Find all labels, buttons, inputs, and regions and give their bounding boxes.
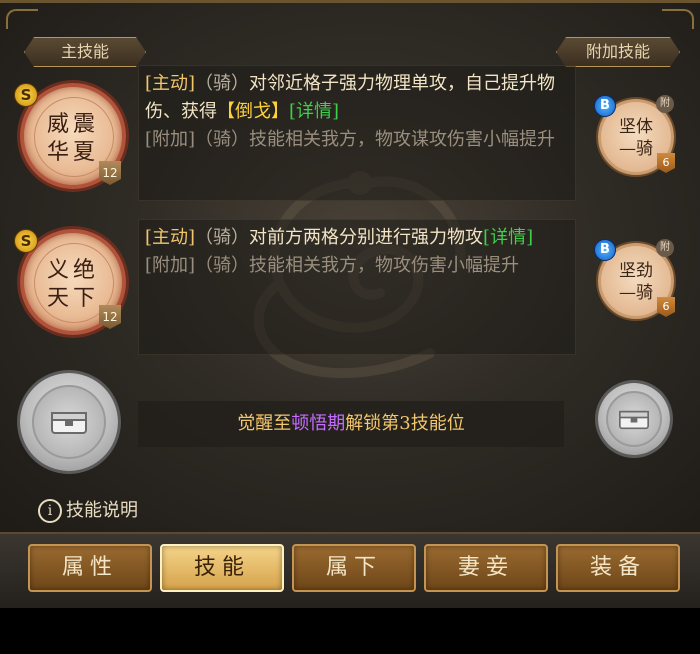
active-tag: [主动] xyxy=(145,227,196,248)
attached-tag-icon: 附 xyxy=(656,95,674,113)
skill-level-badge: 12 xyxy=(99,161,121,185)
extra-skill-level-badge: 6 xyxy=(657,297,675,317)
unlock-prefix: 觉醒至 xyxy=(237,413,292,434)
cavalry-tag: （骑） xyxy=(195,227,250,248)
locked-extra-skill-slot[interactable] xyxy=(598,383,670,455)
nav-tab-skills[interactable]: 技能 xyxy=(160,544,284,592)
info-icon: i xyxy=(38,499,62,523)
extra-effect: 技能相关我方，物攻谋攻伤害小幅提升 xyxy=(249,129,556,150)
locked-skill-slot[interactable] xyxy=(20,373,118,471)
corner-ornament-left xyxy=(6,9,38,29)
detail-link[interactable]: [详情] xyxy=(483,227,533,248)
nav-tab-subordinates[interactable]: 属下 xyxy=(292,544,416,592)
effect-text: 对前方两格分别进行强力物攻 xyxy=(249,227,484,248)
skill-description-2: [主动]（骑）对前方两格分别进行强力物攻[详情] [附加]（骑）技能相关我方，物… xyxy=(138,219,576,355)
extra-skill-tab-label: 附加技能 xyxy=(556,37,680,67)
extra-effect-text: [附加]（骑）技能相关我方，物攻谋攻伤害小幅提升 xyxy=(145,126,569,154)
grade-s-icon: S xyxy=(14,229,38,253)
detail-link[interactable]: [详情] xyxy=(289,101,339,122)
cavalry-tag: （骑） xyxy=(195,255,250,276)
unlock-stage: 顿悟期 xyxy=(291,413,346,434)
skill-name: 威震 华夏 xyxy=(46,112,99,165)
grade-b-icon: B xyxy=(594,239,616,261)
active-tag: [主动] xyxy=(145,73,196,94)
main-effect-text: [主动]（骑）对邻近格子强力物理单攻，自己提升物伤、获得【倒戈】[详情] xyxy=(145,70,569,126)
status-daoge[interactable]: 【倒戈】 xyxy=(217,101,289,122)
nav-tab-attributes[interactable]: 属性 xyxy=(28,544,152,592)
cavalry-tag: （骑） xyxy=(195,73,250,94)
lock-chest-icon xyxy=(619,410,649,430)
cavalry-tag: （骑） xyxy=(195,129,250,150)
main-effect-text: [主动]（骑）对前方两格分别进行强力物攻[详情] xyxy=(145,224,569,252)
extra-tag: [附加] xyxy=(145,255,196,276)
main-skill-tab-label: 主技能 xyxy=(24,37,146,67)
extra-skill-level-badge: 6 xyxy=(657,153,675,173)
unlock-hint: 觉醒至顿悟期解锁第3技能位 xyxy=(138,401,564,447)
skill-info-label: 技能说明 xyxy=(66,500,138,521)
attached-tag-icon: 附 xyxy=(656,239,674,257)
skill-panel: 主技能 附加技能 威震 华夏 S 12 [主动]（骑）对邻近格子强力物理单攻，自… xyxy=(0,0,700,535)
lock-chest-icon xyxy=(51,412,87,434)
skill-description-1: [主动]（骑）对邻近格子强力物理单攻，自己提升物伤、获得【倒戈】[详情] [附加… xyxy=(138,65,576,201)
nav-tab-equipment[interactable]: 装备 xyxy=(556,544,680,592)
unlock-suffix: 解锁第3技能位 xyxy=(345,413,465,434)
grade-s-icon: S xyxy=(14,83,38,107)
extra-tag: [附加] xyxy=(145,129,196,150)
skill-info-link[interactable]: i 技能说明 xyxy=(38,499,138,523)
grade-b-icon: B xyxy=(594,95,616,117)
corner-ornament-right xyxy=(662,9,694,29)
nav-tab-wives[interactable]: 妻妾 xyxy=(424,544,548,592)
extra-effect-text: [附加]（骑）技能相关我方，物攻伤害小幅提升 xyxy=(145,252,569,280)
extra-effect: 技能相关我方，物攻伤害小幅提升 xyxy=(249,255,520,276)
skill-name: 义绝 天下 xyxy=(46,258,99,311)
